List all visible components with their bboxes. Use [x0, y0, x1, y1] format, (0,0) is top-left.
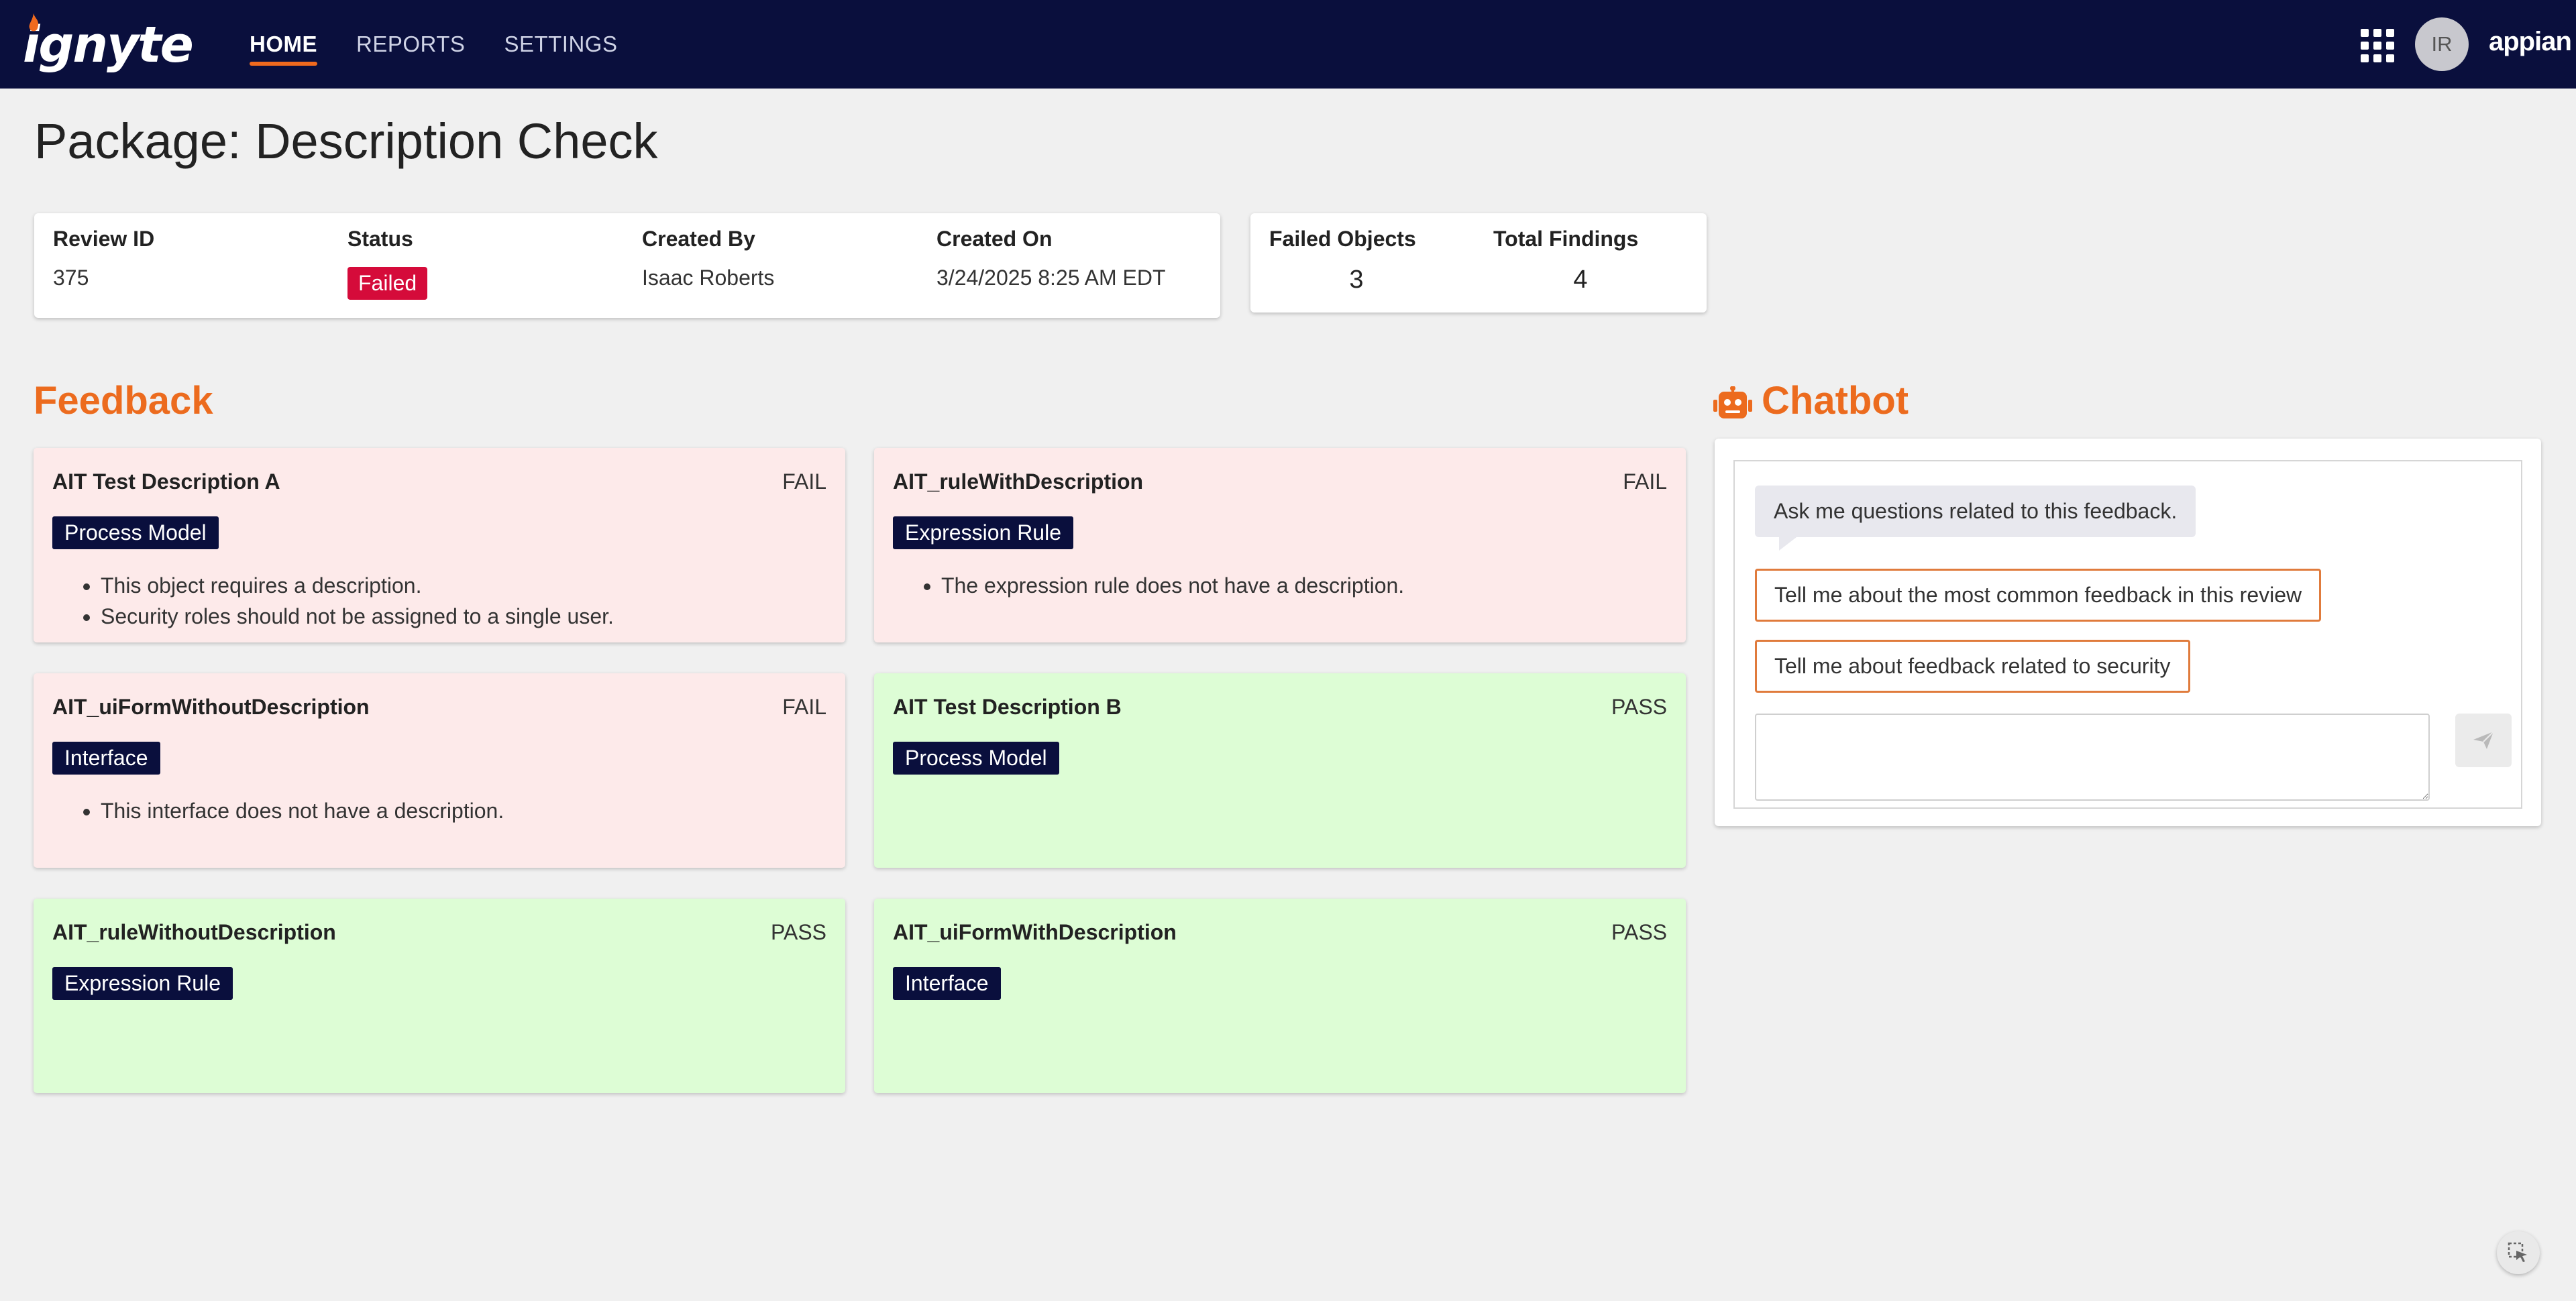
created-by-label: Created By	[642, 227, 755, 251]
review-id-label: Review ID	[53, 227, 155, 251]
appian-logo: appian	[2489, 27, 2572, 56]
chat-conversation: Ask me questions related to this feedbac…	[1733, 460, 2522, 809]
send-icon	[2473, 731, 2494, 749]
findings-list: This interface does not have a descripti…	[101, 795, 504, 826]
failed-objects-value: 3	[1349, 266, 1364, 294]
feedback-object-name: AIT_uiFormWithoutDescription	[52, 695, 370, 719]
feedback-card[interactable]: AIT_ruleWithDescription FAIL Expression …	[874, 448, 1686, 642]
object-type-badge: Expression Rule	[52, 967, 233, 1000]
feedback-result: FAIL	[782, 695, 826, 719]
robot-icon	[1713, 386, 1752, 418]
total-findings-label: Total Findings	[1493, 227, 1639, 251]
findings-list: The expression rule does not have a desc…	[941, 570, 1404, 601]
feedback-object-name: AIT Test Description A	[52, 469, 280, 494]
suggestion-button[interactable]: Tell me about feedback related to securi…	[1755, 640, 2190, 693]
total-findings-value: 4	[1573, 266, 1588, 294]
findings-list: This object requires a description. Secu…	[101, 570, 614, 632]
finding-item: This interface does not have a descripti…	[101, 795, 504, 826]
ignyte-logo[interactable]: ignyte	[23, 13, 194, 75]
finding-item: This object requires a description.	[101, 570, 614, 601]
feedback-object-name: AIT_uiFormWithDescription	[893, 920, 1177, 944]
object-type-badge: Expression Rule	[893, 516, 1073, 549]
feedback-card[interactable]: AIT_uiFormWithDescription PASS Interface	[874, 899, 1686, 1093]
apps-grid-icon[interactable]	[2359, 27, 2394, 62]
nav-home[interactable]: HOME	[250, 0, 317, 89]
created-on-label: Created On	[936, 227, 1053, 251]
created-on-value: 3/24/2025 8:25 AM EDT	[936, 266, 1166, 290]
feedback-card[interactable]: AIT_uiFormWithoutDescription FAIL Interf…	[34, 673, 845, 868]
review-id-value: 375	[53, 266, 89, 290]
feedback-object-name: AIT_ruleWithDescription	[893, 469, 1144, 494]
feedback-tool-button[interactable]	[2497, 1231, 2540, 1274]
feedback-result: FAIL	[1623, 469, 1667, 494]
suggestion-button[interactable]: Tell me about the most common feedback i…	[1755, 569, 2322, 622]
object-type-badge: Interface	[893, 967, 1001, 1000]
created-by-value: Isaac Roberts	[642, 266, 775, 290]
feedback-result: FAIL	[782, 469, 826, 494]
main-nav: HOME REPORTS SETTINGS	[250, 0, 656, 89]
chat-greeting-bubble: Ask me questions related to this feedbac…	[1755, 486, 2196, 551]
status-badge: Failed	[347, 267, 428, 300]
feedback-card[interactable]: AIT Test Description B PASS Process Mode…	[874, 673, 1686, 868]
finding-item: The expression rule does not have a desc…	[941, 570, 1404, 601]
feedback-heading: Feedback	[34, 379, 213, 422]
logo-text: ignyte	[23, 16, 194, 74]
feedback-card[interactable]: AIT_ruleWithoutDescription PASS Expressi…	[34, 899, 845, 1093]
feedback-card[interactable]: AIT Test Description A FAIL Process Mode…	[34, 448, 845, 642]
chat-input[interactable]	[1755, 714, 2430, 801]
page-title: Package: Description Check	[34, 113, 658, 169]
cursor-select-icon	[2508, 1242, 2527, 1262]
feedback-result: PASS	[1611, 920, 1667, 944]
avatar[interactable]: IR	[2415, 17, 2469, 71]
chatbot-panel: Ask me questions related to this feedbac…	[1715, 439, 2541, 826]
review-info-card: Review ID 375 Status Failed Created By I…	[34, 213, 1220, 318]
metrics-card: Failed Objects 3 Total Findings 4	[1250, 213, 1707, 313]
chatbot-heading: Chatbot	[1762, 379, 1909, 422]
failed-objects-label: Failed Objects	[1269, 227, 1416, 251]
nav-reports[interactable]: REPORTS	[356, 0, 465, 89]
feedback-result: PASS	[1611, 695, 1667, 719]
nav-settings[interactable]: SETTINGS	[504, 0, 617, 89]
object-type-badge: Process Model	[52, 516, 219, 549]
top-navigation-bar: ignyte HOME REPORTS SETTINGS IR appian	[0, 0, 2576, 89]
object-type-badge: Process Model	[893, 742, 1059, 775]
feedback-object-name: AIT_ruleWithoutDescription	[52, 920, 336, 944]
object-type-badge: Interface	[52, 742, 160, 775]
flame-icon	[29, 13, 39, 32]
feedback-object-name: AIT Test Description B	[893, 695, 1122, 719]
status-label: Status	[347, 227, 413, 251]
finding-item: Security roles should not be assigned to…	[101, 601, 614, 632]
send-button[interactable]	[2455, 714, 2512, 767]
feedback-result: PASS	[771, 920, 826, 944]
